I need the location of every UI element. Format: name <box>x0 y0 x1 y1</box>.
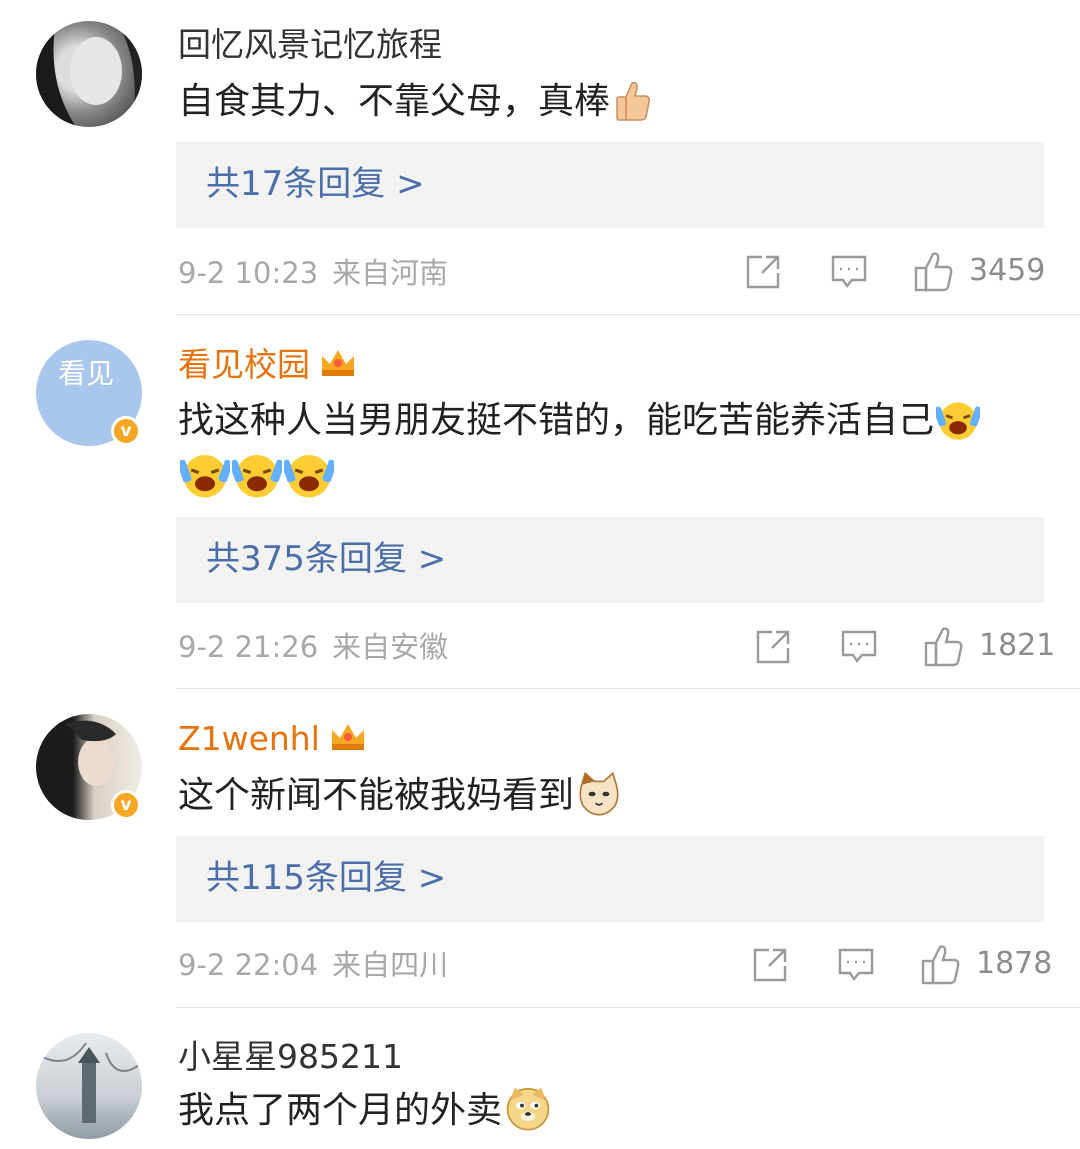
like-count: 3459 <box>969 253 1046 288</box>
like-count: 1878 <box>976 946 1053 981</box>
comment-location: 来自河南 <box>332 256 449 290</box>
reply-count-link[interactable]: 共375条回复 > <box>206 537 446 581</box>
laugh-cry-icon <box>174 450 236 517</box>
verified-badge-icon: v <box>111 790 141 820</box>
reply-count-link[interactable]: 共115条回复 > <box>206 856 446 900</box>
vip-crown-icon <box>328 718 368 763</box>
reply-summary[interactable]: 共115条回复 > <box>176 836 1044 922</box>
like-icon[interactable] <box>913 250 955 296</box>
reply-summary[interactable]: 共375条回复 > <box>176 517 1044 603</box>
comment-location: 来自安徽 <box>332 630 449 664</box>
comment-username[interactable]: 回忆风景记忆旅程 <box>178 25 442 65</box>
username-text[interactable]: 小星星985211 <box>178 1037 403 1076</box>
comment-divider <box>176 688 1080 689</box>
comment-text: 自食其力、不靠父母，真棒 <box>178 74 1048 140</box>
comment-meta: 9-2 21:26 来自安徽 <box>178 629 448 665</box>
comment-icon[interactable] <box>840 628 878 670</box>
username-text[interactable]: 回忆风景记忆旅程 <box>178 25 442 64</box>
vip-crown-icon <box>318 344 358 389</box>
comment-time: 9-2 10:23 <box>178 256 319 290</box>
avatar[interactable] <box>36 1033 142 1139</box>
comment-divider <box>176 314 1080 315</box>
cat-face-icon <box>576 771 622 834</box>
username-text[interactable]: Z1wenhl <box>178 719 320 758</box>
comment-icon[interactable] <box>830 253 868 295</box>
comment-text: 这个新闻不能被我妈看到 <box>178 768 1048 834</box>
comment-meta: 9-2 22:04 来自四川 <box>178 947 448 983</box>
share-icon[interactable] <box>754 628 792 670</box>
reply-summary[interactable]: 共17条回复 > <box>176 142 1044 228</box>
share-icon[interactable] <box>744 253 782 295</box>
comment-username[interactable]: 看见校园 <box>178 344 358 389</box>
comment-icon[interactable] <box>837 946 875 988</box>
comment-text: 我点了两个月的外卖 <box>178 1083 1048 1149</box>
comment-meta: 9-2 10:23 来自河南 <box>178 255 448 291</box>
avatar-image-icon <box>36 1042 142 1123</box>
comment-emoji-row <box>174 450 1048 517</box>
comment-username[interactable]: Z1wenhl <box>178 718 368 763</box>
like-icon[interactable] <box>923 625 965 671</box>
share-icon[interactable] <box>751 946 789 988</box>
comment-time: 9-2 21:26 <box>178 630 319 664</box>
avatar-text: 看见 <box>58 357 115 390</box>
comment-location: 来自四川 <box>332 948 449 982</box>
comment-divider <box>176 1007 1080 1008</box>
like-icon[interactable] <box>920 943 962 989</box>
comment-username[interactable]: 小星星985211 <box>178 1037 403 1077</box>
avatar[interactable] <box>36 21 142 127</box>
doge-icon <box>504 1084 552 1149</box>
laugh-cry-icon <box>226 450 288 517</box>
avatar-image-icon <box>36 21 142 127</box>
like-count: 1821 <box>979 628 1056 663</box>
reply-count-link[interactable]: 共17条回复 > <box>206 162 425 206</box>
thumbs-up-icon <box>612 79 654 140</box>
laugh-cry-icon <box>278 450 340 517</box>
verified-badge-icon: v <box>111 416 141 446</box>
username-text[interactable]: 看见校园 <box>178 345 310 384</box>
comment-time: 9-2 22:04 <box>178 948 319 982</box>
